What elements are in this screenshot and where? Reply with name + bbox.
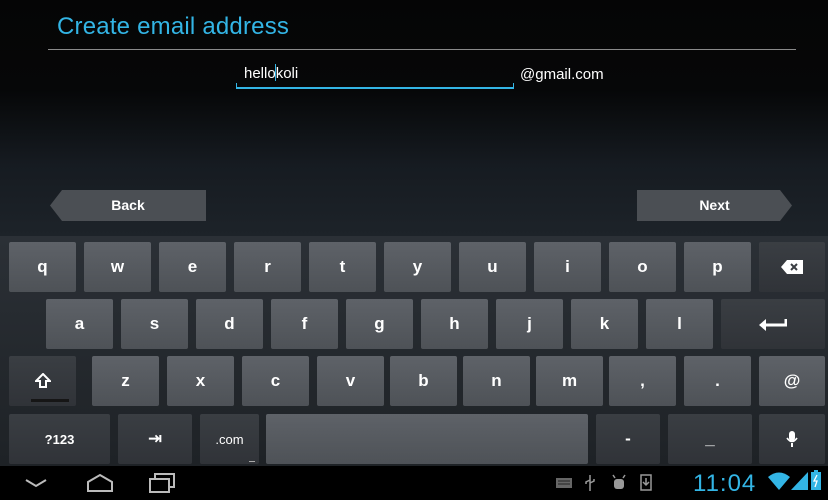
on-screen-keyboard: q w e r t y u i o p a s d f g h j k l z … [0,236,828,466]
download-icon [640,474,652,491]
key-q[interactable]: q [9,242,76,292]
input-underline [236,83,514,89]
space-key[interactable] [266,414,588,464]
key-comma[interactable]: , [609,356,676,406]
hide-keyboard-icon[interactable] [25,478,47,488]
shift-key[interactable] [9,356,76,406]
username-text-after-cursor: koli [275,65,299,82]
key-c[interactable]: c [242,356,309,406]
key-n[interactable]: n [463,356,530,406]
home-icon[interactable] [86,473,114,493]
enter-key[interactable] [721,299,825,349]
username-input[interactable]: hellokoli [236,62,514,89]
underscore-key[interactable]: _ [668,414,752,464]
key-x[interactable]: x [167,356,234,406]
key-w[interactable]: w [84,242,151,292]
long-press-indicator [249,461,255,462]
key-e[interactable]: e [159,242,226,292]
dash-key[interactable]: - [596,414,660,464]
key-l[interactable]: l [646,299,713,349]
usb-icon [585,475,595,491]
shift-indicator [31,399,69,402]
key-t[interactable]: t [309,242,376,292]
key-k[interactable]: k [571,299,638,349]
key-v[interactable]: v [317,356,384,406]
dotcom-key[interactable]: .com [200,414,259,464]
key-u[interactable]: u [459,242,526,292]
back-button[interactable]: Back [50,190,206,221]
recent-apps-icon[interactable] [148,473,176,493]
title-divider [48,49,796,50]
dotcom-label: .com [215,431,244,447]
key-d[interactable]: d [196,299,263,349]
key-at[interactable]: @ [759,356,825,406]
key-f[interactable]: f [271,299,338,349]
create-email-screen: Create email address hellokoli @gmail.co… [0,0,828,236]
page-title: Create email address [57,13,290,40]
key-p[interactable]: p [684,242,751,292]
wifi-icon [768,472,790,490]
key-r[interactable]: r [234,242,301,292]
email-domain-suffix: @gmail.com [520,66,604,83]
key-i[interactable]: i [534,242,601,292]
key-y[interactable]: y [384,242,451,292]
mic-icon [786,431,798,447]
key-j[interactable]: j [496,299,563,349]
status-clock: 11:04 [693,470,757,497]
username-text-before-cursor: hello [244,65,276,82]
next-button[interactable]: Next [637,190,792,221]
key-m[interactable]: m [536,356,603,406]
key-o[interactable]: o [609,242,676,292]
keyboard-icon [556,478,572,488]
key-s[interactable]: s [121,299,188,349]
shift-icon [34,373,51,388]
battery-icon [811,470,821,490]
backspace-icon [781,260,803,274]
voice-input-key[interactable] [759,414,825,464]
enter-icon [759,319,787,331]
key-h[interactable]: h [421,299,488,349]
key-g[interactable]: g [346,299,413,349]
tab-key[interactable]: ⇥ [118,414,192,464]
backspace-key[interactable] [759,242,825,292]
debug-icon [612,474,626,489]
symbols-key[interactable]: ?123 [9,414,110,464]
key-z[interactable]: z [92,356,159,406]
key-period[interactable]: . [684,356,751,406]
key-b[interactable]: b [390,356,457,406]
key-a[interactable]: a [46,299,113,349]
screen: Create email address hellokoli @gmail.co… [0,0,828,500]
signal-icon [791,472,808,490]
